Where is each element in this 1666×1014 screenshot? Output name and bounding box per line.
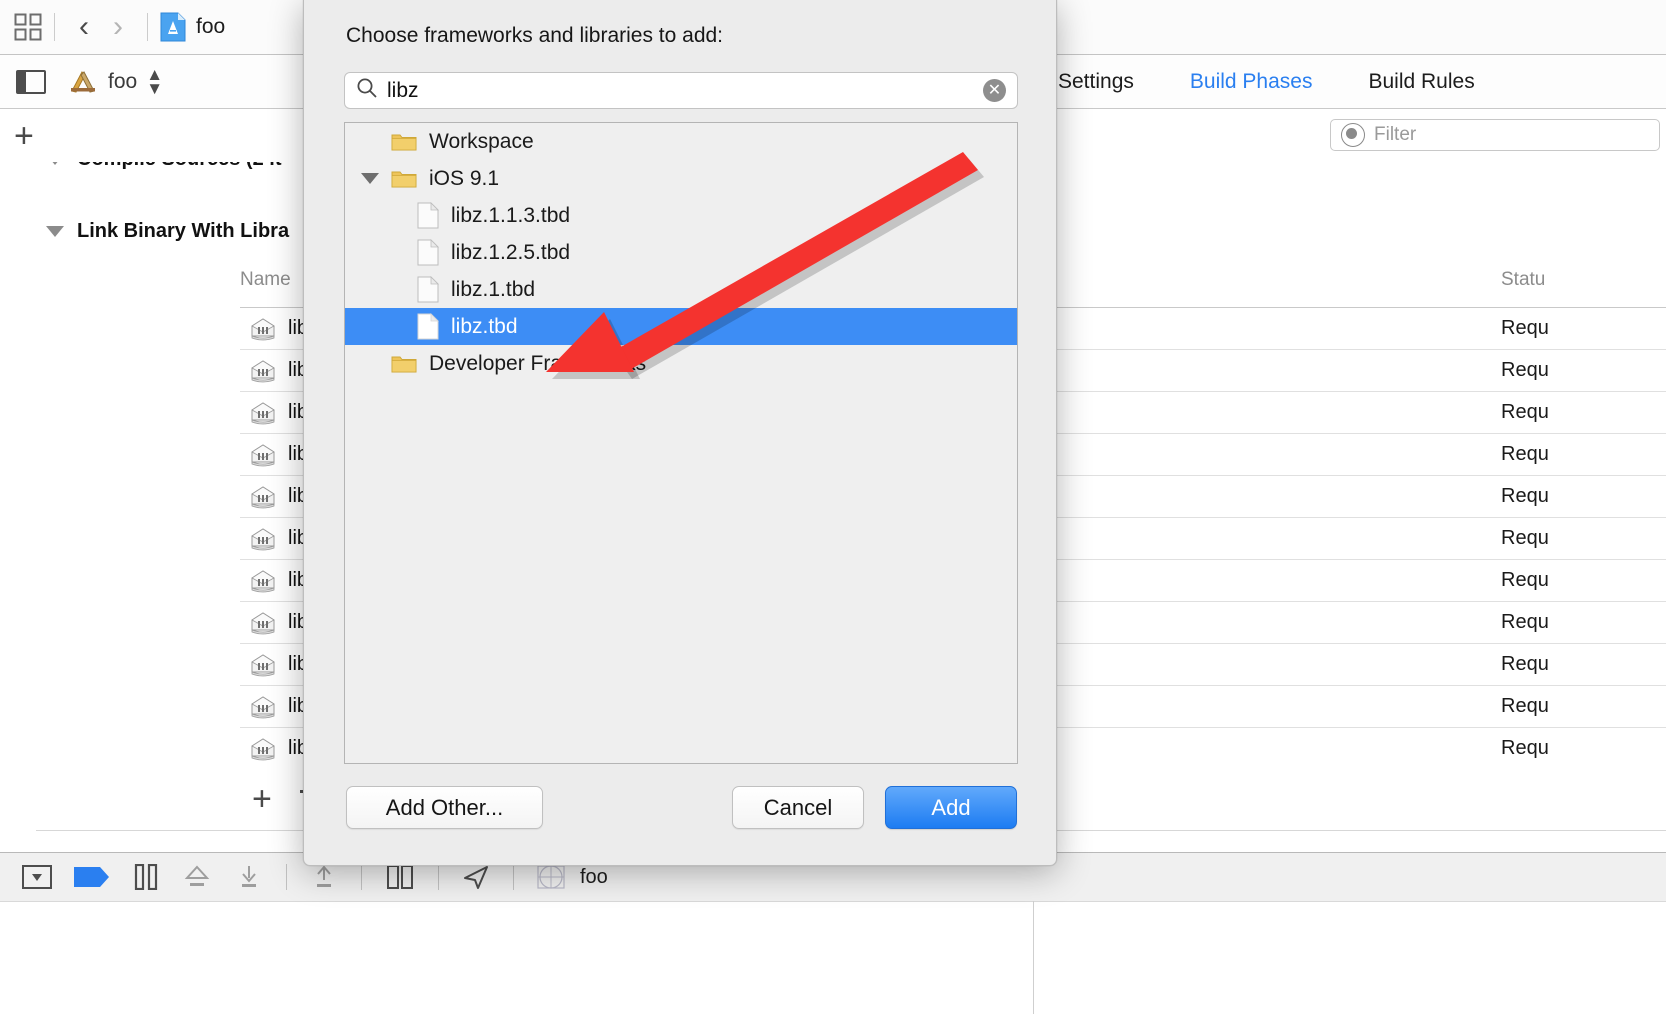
- tab-build-rules[interactable]: Build Rules: [1340, 70, 1502, 94]
- library-status[interactable]: Requ: [1501, 359, 1549, 382]
- navigator-panel-toggle-icon[interactable]: [16, 69, 46, 94]
- xcode-target-icon: [68, 69, 98, 95]
- library-icon: [248, 484, 278, 510]
- tree-item-workspace[interactable]: Workspace: [345, 123, 1017, 160]
- lower-pane-divider: [0, 901, 1666, 902]
- breadcrumb[interactable]: foo: [196, 15, 225, 39]
- filter-circle-icon: [1341, 123, 1365, 147]
- debug-divider-2: [361, 864, 362, 890]
- add-build-phase-icon[interactable]: +: [14, 119, 34, 153]
- hide-debug-area-icon[interactable]: [22, 865, 52, 889]
- editor-tab-bar: Settings Build Phases Build Rules: [1030, 56, 1503, 108]
- jump-bar-target-label[interactable]: foo: [108, 70, 137, 94]
- disclosure-triangle-icon[interactable]: [361, 173, 379, 184]
- library-status[interactable]: Requ: [1501, 737, 1549, 760]
- tree-item-libz-1-2-5-tbd[interactable]: libz.1.2.5.tbd: [345, 234, 1017, 271]
- chevron-left-icon[interactable]: ‹: [67, 12, 101, 42]
- tree-item-libz-1-tbd[interactable]: libz.1.tbd: [345, 271, 1017, 308]
- lower-pane-split[interactable]: [1033, 901, 1034, 1014]
- file-icon: [417, 239, 439, 266]
- phase-label: Compile Sources (2 it: [77, 162, 282, 171]
- add-frameworks-sheet: Choose frameworks and libraries to add: …: [303, 0, 1057, 866]
- file-icon: [417, 313, 439, 340]
- library-status[interactable]: Requ: [1501, 527, 1549, 550]
- column-header-status: Statu: [1501, 269, 1546, 290]
- library-status[interactable]: Requ: [1501, 485, 1549, 508]
- breakpoint-icon[interactable]: [74, 866, 110, 888]
- tree-item-label: libz.1.1.3.tbd: [451, 203, 571, 227]
- disclosure-triangle-icon[interactable]: [46, 226, 64, 237]
- library-icon: [248, 694, 278, 720]
- tree-item-libz-1-1-3-tbd[interactable]: libz.1.1.3.tbd: [345, 197, 1017, 234]
- library-icon: [248, 652, 278, 678]
- library-icon: [248, 358, 278, 384]
- tree-item-label: Developer Frameworks: [429, 351, 647, 375]
- file-icon: [417, 202, 439, 229]
- library-status[interactable]: Requ: [1501, 695, 1549, 718]
- folder-icon: [391, 354, 417, 374]
- filter-placeholder: Filter: [1374, 124, 1417, 145]
- search-input[interactable]: libz ✕: [344, 72, 1018, 109]
- sheet-title: Choose frameworks and libraries to add:: [346, 24, 724, 47]
- search-icon: [356, 77, 378, 104]
- disclosure-triangle-icon[interactable]: [46, 162, 64, 165]
- library-status[interactable]: Requ: [1501, 653, 1549, 676]
- file-icon: [417, 276, 439, 303]
- library-status[interactable]: Requ: [1501, 611, 1549, 634]
- location-arrow-icon[interactable]: [461, 864, 491, 890]
- library-icon: [248, 316, 278, 342]
- library-status[interactable]: Requ: [1501, 401, 1549, 424]
- tree-item-label: Workspace: [429, 129, 534, 153]
- library-status[interactable]: Requ: [1501, 317, 1549, 340]
- library-icon: [248, 568, 278, 594]
- debug-divider-3: [438, 864, 439, 890]
- library-icon: [248, 610, 278, 636]
- library-icon: [248, 400, 278, 426]
- framework-tree-list[interactable]: Workspace iOS 9.1 libz.1.1.3.tbd libz.1.2.5…: [344, 122, 1018, 764]
- library-icon: [248, 526, 278, 552]
- grid-view-icon[interactable]: [14, 13, 42, 41]
- process-grid-icon: [536, 864, 566, 890]
- tree-item-libz-tbd[interactable]: libz.tbd: [345, 308, 1017, 345]
- tree-item-ios-9-1[interactable]: iOS 9.1: [345, 160, 1017, 197]
- search-value: libz: [387, 78, 419, 102]
- tree-item-developer-frameworks[interactable]: Developer Frameworks: [345, 345, 1017, 382]
- debug-divider-4: [513, 864, 514, 890]
- tree-item-label: iOS 9.1: [429, 166, 500, 190]
- view-hierarchy-icon[interactable]: [384, 864, 416, 890]
- add-button[interactable]: Add: [885, 786, 1017, 829]
- app-document-icon: [160, 12, 186, 42]
- library-status[interactable]: Requ: [1501, 569, 1549, 592]
- step-out-icon[interactable]: [309, 864, 339, 890]
- folder-icon: [391, 169, 417, 189]
- library-status[interactable]: Requ: [1501, 443, 1549, 466]
- library-icon: [248, 442, 278, 468]
- tab-build-phases[interactable]: Build Phases: [1162, 70, 1341, 94]
- filter-input[interactable]: Filter: [1330, 119, 1660, 151]
- step-over-icon[interactable]: [182, 864, 212, 890]
- stepper-up-down-icon[interactable]: ▲ ▼: [146, 66, 163, 96]
- chevron-right-icon[interactable]: ›: [101, 12, 135, 42]
- tree-item-label: libz.1.tbd: [451, 277, 536, 301]
- pause-icon[interactable]: [132, 864, 160, 890]
- column-header-name: Name: [240, 269, 291, 290]
- folder-icon: [391, 132, 417, 152]
- process-label: foo: [580, 865, 608, 888]
- tree-item-label: libz.tbd: [451, 314, 518, 338]
- add-library-icon[interactable]: +: [252, 782, 272, 816]
- tree-item-label: libz.1.2.5.tbd: [451, 240, 571, 264]
- library-icon: [248, 736, 278, 762]
- step-into-icon[interactable]: [234, 864, 264, 890]
- debug-divider: [286, 864, 287, 890]
- toolbar-divider: [54, 13, 55, 41]
- lower-pane: [0, 901, 1666, 1014]
- phase-label: Link Binary With Libra: [77, 220, 290, 242]
- cancel-button[interactable]: Cancel: [732, 786, 864, 829]
- add-other-button[interactable]: Add Other...: [346, 786, 543, 829]
- phase-link-binary[interactable]: Link Binary With Libra: [46, 220, 289, 243]
- phase-compile-sources[interactable]: Compile Sources (2 it: [46, 162, 282, 171]
- toolbar-divider-2: [147, 13, 148, 41]
- clear-circle-icon[interactable]: ✕: [983, 79, 1006, 102]
